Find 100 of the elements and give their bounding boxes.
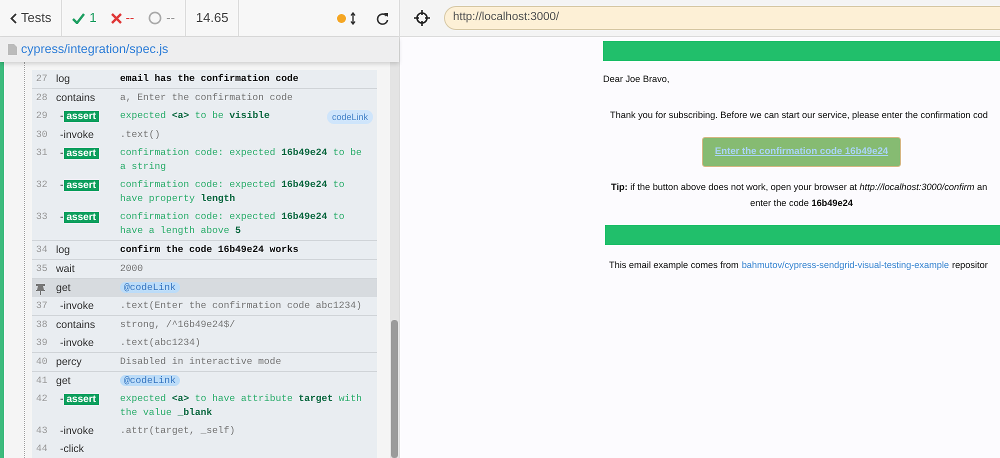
assert-badge: assert — [64, 212, 99, 223]
command-row[interactable]: 42 - assert expected <a> to have attribute target with the value _blank — [32, 390, 377, 422]
child-dash: - — [60, 147, 64, 159]
command-row[interactable]: 37 -invoke .text(Enter the confirmation code abc1234) — [32, 297, 377, 315]
command-name: get — [56, 375, 71, 387]
command-row[interactable]: 29 - assert expected <a> to be visible codeLink — [32, 107, 377, 126]
command-name: wait — [56, 263, 75, 275]
command-row[interactable]: 31 - assert confirmation code: expected 16b49e24 to be a string — [32, 144, 377, 176]
line-number: 38 — [36, 319, 48, 330]
child-dash: - — [60, 211, 64, 223]
line-number: 30 — [36, 129, 48, 140]
circle-icon[interactable] — [148, 11, 162, 25]
command-row[interactable]: get @codeLink — [32, 278, 377, 297]
command-message: .text() — [120, 129, 160, 140]
resize-arrows-icon[interactable] — [350, 12, 356, 24]
tests-back-link[interactable]: Tests — [10, 8, 52, 28]
command-row[interactable]: 32 - assert confirmation code: expected 16b49e24 to have property length — [32, 176, 377, 208]
child-dash: - — [60, 443, 64, 455]
command-row[interactable]: 38 contains strong, /^16b49e24$/ — [32, 315, 377, 334]
repository-link[interactable]: bahmutov/cypress-sendgrid-visual-testing-example — [742, 258, 950, 272]
check-icon[interactable] — [72, 12, 86, 24]
command-name: invoke — [64, 129, 94, 141]
command-message: confirmation code: expected 16b49e24 to be a string — [120, 147, 362, 172]
command-row[interactable]: 27 log email has the confirmation code — [32, 70, 377, 88]
pin-icon — [36, 284, 45, 295]
command-row[interactable]: 28 contains a, Enter the confirmation code — [32, 88, 377, 107]
command-message: expected <a> to be visible — [120, 110, 270, 121]
crosshair-icon[interactable] — [414, 10, 430, 26]
line-number: 29 — [36, 110, 48, 121]
command-name: get — [56, 282, 71, 294]
child-dash: - — [60, 179, 64, 191]
url-field[interactable]: http://localhost:3000/ — [444, 6, 1000, 30]
child-dash: - — [60, 393, 64, 405]
assert-badge: assert — [64, 148, 99, 159]
line-number: 43 — [36, 425, 48, 436]
command-message: confirmation code: expected 16b49e24 to have a length above 5 — [120, 211, 345, 236]
command-message: a, Enter the confirmation code — [120, 92, 293, 103]
scrollbar[interactable] — [390, 62, 399, 458]
duration-text: 14.65 — [196, 9, 228, 28]
close-icon[interactable] — [110, 12, 122, 24]
assert-badge: assert — [64, 180, 99, 191]
assert-badge: assert — [64, 394, 99, 405]
command-row[interactable]: 30 -invoke .text() — [32, 126, 377, 144]
child-dash: - — [60, 110, 64, 122]
command-message: email has the confirmation code — [120, 73, 298, 84]
command-row[interactable]: 40 percy Disabled in interactive mode — [32, 352, 377, 371]
command-message: confirm the code 16b49e24 works — [120, 244, 298, 255]
command-message: .text(abc1234) — [120, 337, 201, 348]
command-name: invoke — [64, 425, 94, 437]
failed-count: -- — [110, 8, 134, 28]
command-name: invoke — [64, 300, 94, 312]
command-name: click — [64, 443, 84, 455]
scrollbar-thumb[interactable] — [391, 320, 398, 458]
child-dash: - — [60, 300, 64, 312]
file-icon — [8, 44, 17, 55]
alias-tag: codeLink — [326, 110, 373, 124]
command-name: contains — [56, 319, 96, 331]
line-number: 31 — [36, 147, 48, 158]
command-name: log — [56, 73, 70, 85]
pending-count: -- — [148, 8, 175, 28]
line-number: 32 — [36, 179, 48, 190]
command-name: log — [56, 244, 70, 256]
command-row[interactable]: 33 - assert confirmation code: expected 16b49e24 to have a length above 5 — [32, 208, 377, 240]
command-message: strong, /^16b49e24$/ — [120, 319, 236, 330]
line-number: 39 — [36, 337, 48, 348]
command-message: 2000 — [120, 263, 144, 274]
tip-code-text: enter the code 16b49e24 — [749, 196, 854, 210]
footer-text: repositor — [952, 258, 988, 272]
command-name: invoke — [64, 337, 94, 349]
child-dash: - — [60, 425, 64, 437]
footer-text: This email example comes from — [609, 258, 739, 272]
command-message: expected <a> to have attribute target with the value _blank — [120, 393, 362, 418]
command-message: .attr(target, _self) — [120, 425, 236, 436]
alias-badge: @codeLink — [120, 282, 180, 293]
line-number: 41 — [36, 375, 48, 386]
child-dash: - — [60, 337, 64, 349]
alias-badge: @codeLink — [120, 375, 180, 386]
command-message: confirmation code: expected 16b49e24 to have property length — [120, 179, 345, 204]
line-number: 35 — [36, 263, 48, 274]
line-number: 34 — [36, 244, 48, 255]
child-dash: - — [60, 129, 64, 141]
command-name: contains — [56, 92, 96, 104]
line-number: 40 — [36, 356, 48, 367]
tip-text: Tip: if the button above does not work, open your browser at http://localhost:3000/confirm an — [611, 180, 988, 194]
command-name: percy — [56, 356, 82, 368]
command-row[interactable]: 41 get @codeLink — [32, 371, 377, 390]
passed-count: 1 — [72, 8, 97, 28]
line-number: 33 — [36, 211, 48, 222]
line-number: 42 — [36, 393, 48, 404]
command-row[interactable]: 34 log confirm the code 16b49e24 works — [32, 240, 377, 259]
command-message: .text(Enter the confirmation code abc1234) — [120, 300, 362, 311]
assert-badge: assert — [64, 111, 99, 122]
reload-icon[interactable] — [376, 12, 389, 24]
command-row[interactable]: 43 -invoke .attr(target, _self) — [32, 422, 377, 440]
line-number: 27 — [36, 73, 48, 84]
command-row[interactable]: 44 -click — [32, 440, 377, 458]
greeting-text: Dear Joe Bravo, — [603, 73, 670, 86]
chevron-left-icon[interactable] — [10, 12, 17, 24]
command-message: Disabled in interactive mode — [120, 356, 282, 367]
command-row[interactable]: 39 -invoke .text(abc1234) — [32, 334, 377, 352]
